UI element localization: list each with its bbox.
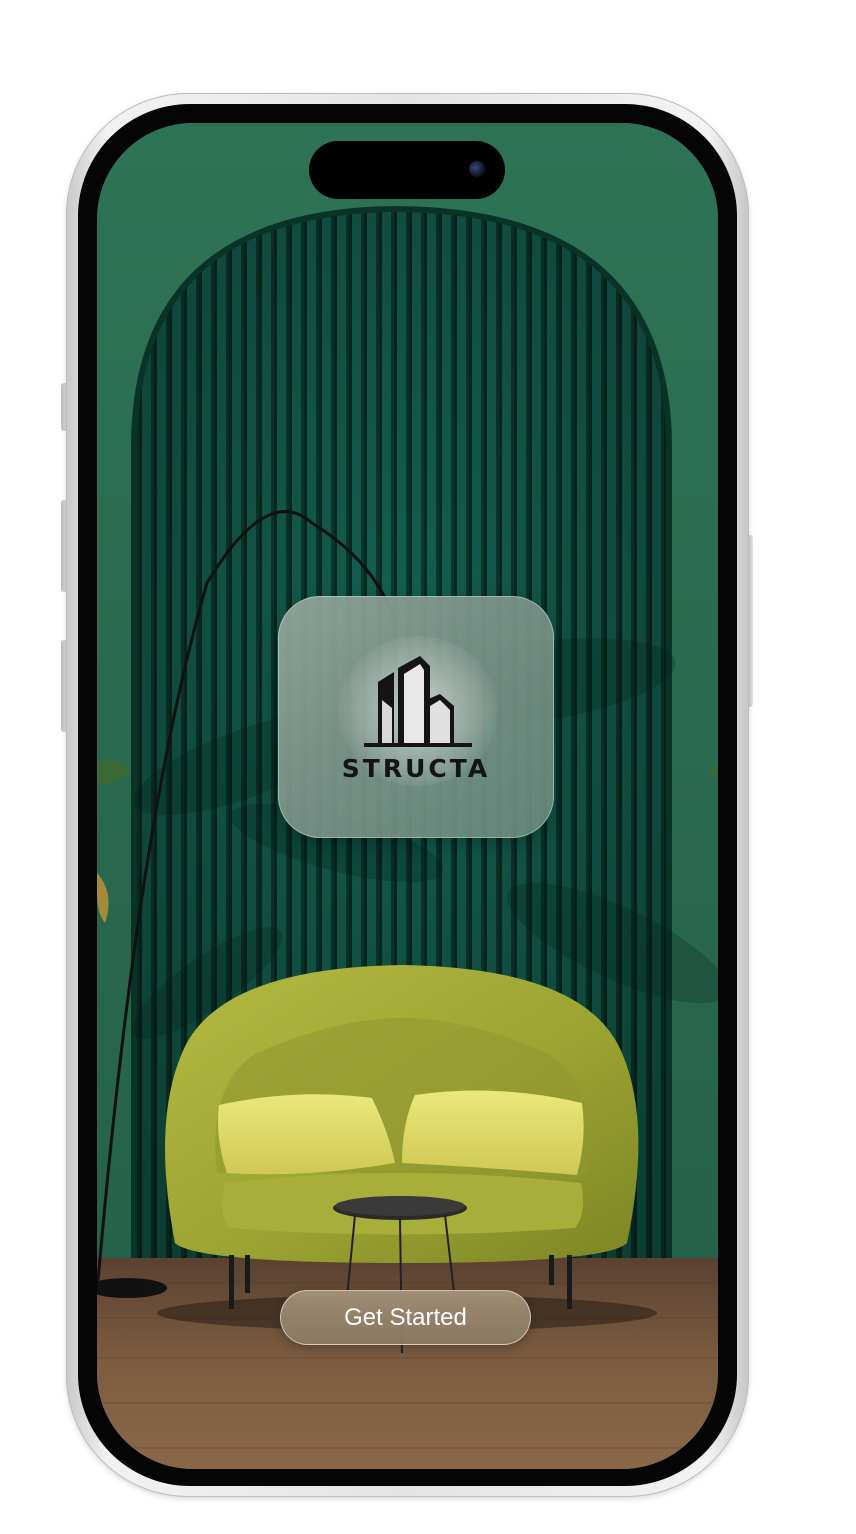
dynamic-island [309, 141, 505, 199]
device-mockup: STRUCTA Get Started [0, 0, 856, 1534]
brand-name: STRUCTA [341, 754, 491, 783]
front-camera-icon [469, 161, 485, 177]
brand-logo-card: STRUCTA [278, 596, 554, 838]
get-started-button[interactable]: Get Started [280, 1290, 531, 1345]
building-logo-icon [364, 656, 472, 747]
